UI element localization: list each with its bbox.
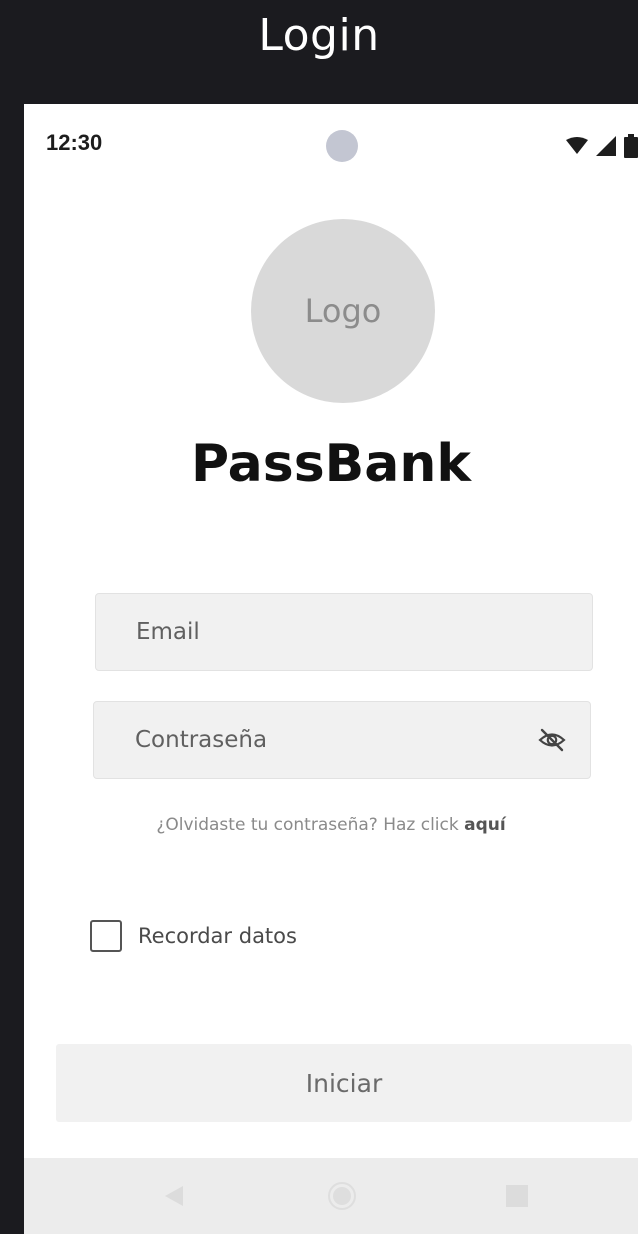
system-nav-bar [24, 1158, 638, 1234]
nav-home-button[interactable] [312, 1158, 372, 1234]
forgot-password-text: ¿Olvidaste tu contraseña? Haz click aquí [24, 815, 638, 835]
password-field[interactable] [135, 727, 538, 753]
triangle-back-icon [165, 1186, 183, 1206]
forgot-password-prompt: ¿Olvidaste tu contraseña? Haz click [156, 815, 465, 835]
wifi-icon [566, 137, 588, 154]
eye-off-icon[interactable] [538, 726, 566, 754]
password-field-container[interactable] [93, 701, 591, 779]
nav-back-button[interactable] [144, 1158, 204, 1234]
design-frame: Login 12:30 Logo PassBank Email ¿Olvidas… [0, 0, 638, 1234]
status-bar: 12:30 [24, 104, 638, 184]
forgot-password-link[interactable]: aquí [464, 815, 506, 835]
remember-row[interactable]: Recordar datos [90, 920, 297, 952]
cell-signal-icon [596, 136, 616, 156]
email-field-container[interactable] [95, 593, 593, 671]
email-field[interactable] [136, 619, 592, 645]
app-name: PassBank [190, 434, 472, 494]
battery-icon [624, 134, 638, 158]
remember-checkbox[interactable] [90, 920, 122, 952]
circle-home-icon [328, 1182, 356, 1210]
camera-dot-icon [326, 130, 358, 162]
frame-title: Login [258, 10, 380, 61]
nav-recents-button[interactable] [487, 1158, 547, 1234]
phone-screen: 12:30 Logo PassBank Email ¿Olvidaste tu … [24, 104, 638, 1234]
status-time: 12:30 [46, 130, 103, 155]
app-logo: Logo [251, 219, 435, 403]
square-recents-icon [506, 1185, 528, 1207]
remember-label[interactable]: Recordar datos [138, 924, 297, 948]
status-icons [566, 134, 638, 158]
login-button[interactable]: Iniciar [56, 1044, 632, 1122]
